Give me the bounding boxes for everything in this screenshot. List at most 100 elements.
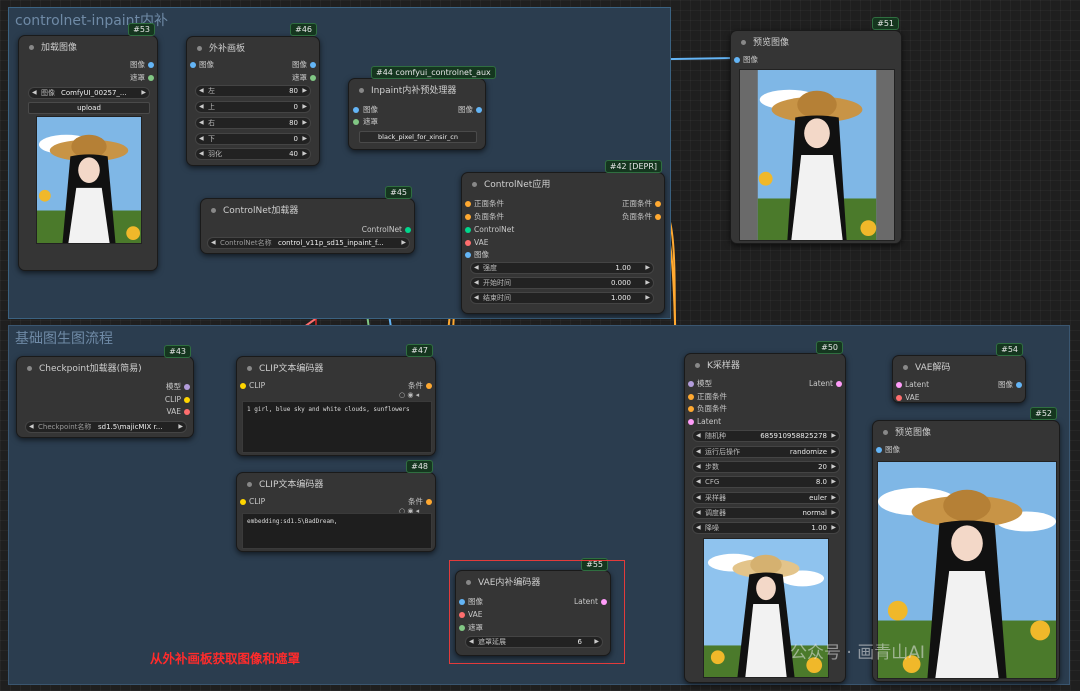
arrow-left-icon[interactable]: ◀	[32, 88, 37, 98]
input-slot-vae[interactable]	[465, 240, 471, 246]
input-slot-negative[interactable]	[688, 406, 694, 412]
right-number-widget[interactable]: ◀ 右 80 ▶	[195, 117, 311, 129]
collapse-dot-icon[interactable]	[472, 182, 477, 187]
input-slot-vae[interactable]	[896, 395, 902, 401]
preprocessor-mode-button[interactable]: black_pixel_for_xinsir_cn	[359, 131, 477, 143]
input-label-image: 图像	[885, 445, 900, 454]
node-id-badge: #42 [DEPR]	[604, 160, 662, 173]
input-slot-mask[interactable]	[353, 119, 359, 125]
output-slot-positive[interactable]	[655, 201, 661, 207]
scheduler-widget[interactable]: ◀ 调度器 normal ▶	[692, 507, 840, 519]
loaded-image-preview	[36, 116, 142, 244]
input-slot-image[interactable]	[876, 447, 882, 453]
input-slot-image[interactable]	[190, 62, 196, 68]
bottom-number-widget[interactable]: ◀ 下 0 ▶	[195, 133, 311, 145]
inpaint-preprocessor-node[interactable]: #44 comfyui_controlnet_aux Inpaint内补预处理器…	[348, 66, 496, 150]
image-file-combo[interactable]: ◀ 图像 ComfyUI_00257_... ▶	[28, 87, 150, 99]
collapse-dot-icon[interactable]	[883, 430, 888, 435]
link-visibility-icons[interactable]: ○ ◉ ◂	[399, 391, 419, 399]
input-label-controlnet: ControlNet	[474, 225, 515, 234]
collapse-dot-icon[interactable]	[29, 45, 34, 50]
input-label-image: 图像	[199, 60, 214, 69]
output-label-mask: 遮罩	[130, 73, 145, 82]
output-label-positive: 正面条件	[622, 199, 652, 208]
controlnet-loader-node[interactable]: #45 ControlNet加载器 ControlNet ◀ ControlNet…	[200, 186, 415, 254]
vae-decode-node[interactable]: #54 VAE解码 Latent VAE 图像	[892, 343, 1026, 403]
input-slot-negative[interactable]	[465, 214, 471, 220]
seed-widget[interactable]: ◀ 随机种 685910958825278 ▶	[692, 430, 840, 442]
checkpoint-name-combo[interactable]: ◀ Checkpoint名称 sd1.5\majicMIX r... ▶	[25, 421, 187, 433]
prompt-textarea[interactable]: 1 girl, blue sky and white clouds, sunfl…	[242, 401, 432, 453]
output-slot-conditioning[interactable]	[426, 383, 432, 389]
left-number-widget[interactable]: ◀ 左 80 ▶	[195, 85, 311, 97]
input-slot-latent[interactable]	[688, 419, 694, 425]
clip-text-encode-negative-node[interactable]: #48 CLIP文本编码器 CLIP 条件 ○ ◉ ◂ embedding:sd…	[236, 460, 436, 552]
output-slot-image[interactable]	[1016, 382, 1022, 388]
top-number-widget[interactable]: ◀ 上 0 ▶	[195, 101, 311, 113]
output-slot-image[interactable]	[476, 107, 482, 113]
control-after-generate-widget[interactable]: ◀ 运行后操作 randomize ▶	[692, 446, 840, 458]
input-slot-positive[interactable]	[465, 201, 471, 207]
node-title: 预览图像	[753, 38, 790, 48]
pad-image-for-outpaint-node[interactable]: #46 外补画板 图像 图像 遮罩 ◀ 左 80 ▶ ◀ 上 0 ▶ ◀ 右 80 ▶ ◀ 下 0 ▶ …	[186, 23, 320, 166]
input-slot-clip[interactable]	[240, 499, 246, 505]
node-title: K采样器	[707, 361, 740, 371]
output-slot-clip[interactable]	[184, 397, 190, 403]
input-slot-image[interactable]	[353, 107, 359, 113]
collapse-dot-icon[interactable]	[741, 40, 746, 45]
input-slot-latent[interactable]	[896, 382, 902, 388]
collapse-dot-icon[interactable]	[247, 366, 252, 371]
clip-text-encode-positive-node[interactable]: #47 CLIP文本编码器 CLIP 条件 ○ ◉ ◂ 1 girl, blue…	[236, 344, 436, 456]
collapse-dot-icon[interactable]	[27, 366, 32, 371]
input-slot-model[interactable]	[688, 381, 694, 387]
cfg-widget[interactable]: ◀ CFG 8.0 ▶	[692, 476, 840, 488]
node-title: CLIP文本编码器	[259, 480, 324, 490]
output-slot-image[interactable]	[310, 62, 316, 68]
collapse-dot-icon[interactable]	[247, 482, 252, 487]
output-slot-image[interactable]	[148, 62, 154, 68]
arrow-right-icon[interactable]: ▶	[141, 88, 146, 98]
negative-prompt-textarea[interactable]: embedding:sd1.5\BadDream,	[242, 513, 432, 549]
collapse-dot-icon[interactable]	[903, 365, 908, 370]
input-label-image: 图像	[743, 55, 758, 64]
load-image-node[interactable]: #53 加载图像 图像 遮罩 ◀ 图像 ComfyUI_00257_... ▶ upl…	[18, 23, 158, 271]
input-slot-image[interactable]	[465, 252, 471, 258]
sampler-widget[interactable]: ◀ 采样器 euler ▶	[692, 492, 840, 504]
output-slot-mask[interactable]	[310, 75, 316, 81]
output-slot-vae[interactable]	[184, 409, 190, 415]
output-slot-controlnet[interactable]	[405, 227, 411, 233]
denoise-widget[interactable]: ◀ 降噪 1.00 ▶	[692, 522, 840, 534]
upload-button[interactable]: upload	[28, 102, 150, 114]
input-label-vae: VAE	[905, 393, 920, 402]
steps-widget[interactable]: ◀ 步数 20 ▶	[692, 461, 840, 473]
controlnet-name-combo[interactable]: ◀ ControlNet名称 control_v11p_sd15_inpaint_f…	[207, 237, 410, 249]
input-slot-image[interactable]	[734, 57, 740, 63]
input-slot-clip[interactable]	[240, 383, 246, 389]
collapse-dot-icon[interactable]	[197, 46, 202, 51]
input-slot-controlnet[interactable]	[465, 227, 471, 233]
node-id-badge: #51	[872, 17, 899, 30]
output-slot-model[interactable]	[184, 384, 190, 390]
feathering-number-widget[interactable]: ◀ 羽化 40 ▶	[195, 148, 311, 160]
collapse-dot-icon[interactable]	[359, 88, 364, 93]
strength-widget[interactable]: ◀ 强度 1.00 ▶	[470, 262, 654, 274]
preview-image-node[interactable]: #51 预览图像 图像	[730, 17, 902, 244]
input-label-positive: 正面条件	[697, 392, 727, 401]
collapse-dot-icon[interactable]	[211, 208, 216, 213]
input-label-model: 模型	[697, 379, 712, 388]
start-percent-widget[interactable]: ◀ 开始时间 0.000 ▶	[470, 277, 654, 289]
collapse-dot-icon[interactable]	[695, 363, 700, 368]
output-slot-latent[interactable]	[836, 381, 842, 387]
output-slot-mask[interactable]	[148, 75, 154, 81]
input-label-latent: Latent	[697, 417, 722, 426]
output-slot-conditioning[interactable]	[426, 499, 432, 505]
checkpoint-loader-node[interactable]: #43 Checkpoint加载器(简易) 模型 CLIP VAE ◀ Check…	[16, 345, 194, 438]
ksampler-node[interactable]: #50 K采样器 模型 正面条件 负面条件 Latent Latent ◀ 随机种…	[684, 341, 846, 683]
input-slot-positive[interactable]	[688, 394, 694, 400]
end-percent-widget[interactable]: ◀ 结束时间 1.000 ▶	[470, 292, 654, 304]
output-label-latent: Latent	[808, 379, 833, 388]
node-title: 加载图像	[41, 43, 78, 53]
controlnet-apply-node[interactable]: #42 [DEPR] ControlNet应用 正面条件 负面条件 Contro…	[461, 160, 665, 314]
node-id-badge: #50	[816, 341, 843, 354]
output-slot-negative[interactable]	[655, 214, 661, 220]
